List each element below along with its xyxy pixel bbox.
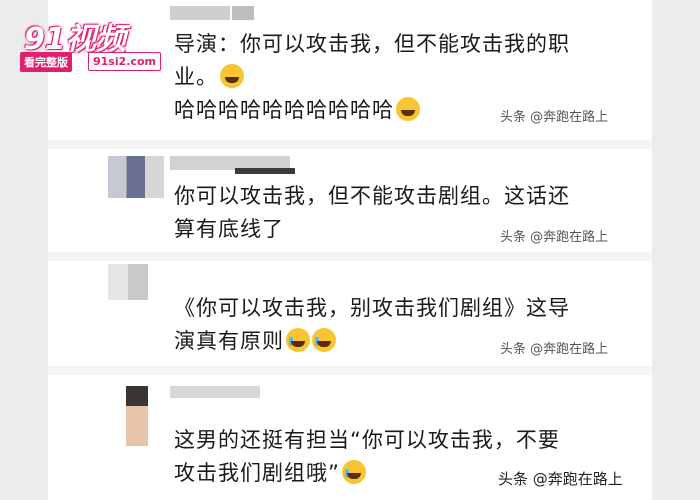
comment-1-line-3-text: 哈哈哈哈哈哈哈哈哈哈 xyxy=(174,98,394,122)
comment-2-attribution: 头条 @奔跑在路上 xyxy=(500,230,609,245)
divider xyxy=(48,140,652,149)
comment-1-line-2: 业。 xyxy=(174,61,594,94)
comment-4-attribution: 头条 @奔跑在路上 xyxy=(498,470,623,488)
avatar xyxy=(126,406,148,446)
watermark-logo: 91视频 看完整版 91si2.com xyxy=(10,14,170,74)
crying-emoji-icon xyxy=(312,328,336,352)
divider xyxy=(48,252,652,261)
comment-2-line-1: 你可以攻击我，但不能攻击剧组。这话还 xyxy=(174,184,570,208)
laughing-emoji-icon xyxy=(220,64,244,88)
username-blur xyxy=(170,386,260,398)
watermark-badge: 看完整版 xyxy=(20,52,72,72)
comment-1-line-2-text: 业。 xyxy=(174,65,218,89)
comment-1-line-1: 导演：你可以攻击我，但不能攻击我的职 xyxy=(174,32,570,56)
avatar xyxy=(170,6,230,20)
comment-3-attribution: 头条 @奔跑在路上 xyxy=(500,342,609,357)
avatar xyxy=(108,264,148,300)
username-blur xyxy=(235,168,295,174)
avatar xyxy=(108,156,164,198)
watermark-url: 91si2.com xyxy=(88,52,161,71)
comment-3-line-1: 《你可以攻击我，别攻击我们剧组》这导 xyxy=(174,296,570,320)
comment-4-line-1: 这男的还挺有担当“你可以攻击我，不要 xyxy=(174,428,560,452)
divider xyxy=(48,366,652,375)
crying-emoji-icon xyxy=(286,328,310,352)
comment-4-line-2-text: 攻击我们剧组哦” xyxy=(174,461,340,485)
avatar xyxy=(126,386,148,406)
smirk-emoji-icon xyxy=(396,97,420,121)
crying-emoji-icon xyxy=(341,460,366,484)
comment-3-line-2-text: 演真有原则 xyxy=(174,329,284,353)
username-blur xyxy=(232,6,254,20)
comment-1-attribution: 头条 @奔跑在路上 xyxy=(500,110,609,125)
